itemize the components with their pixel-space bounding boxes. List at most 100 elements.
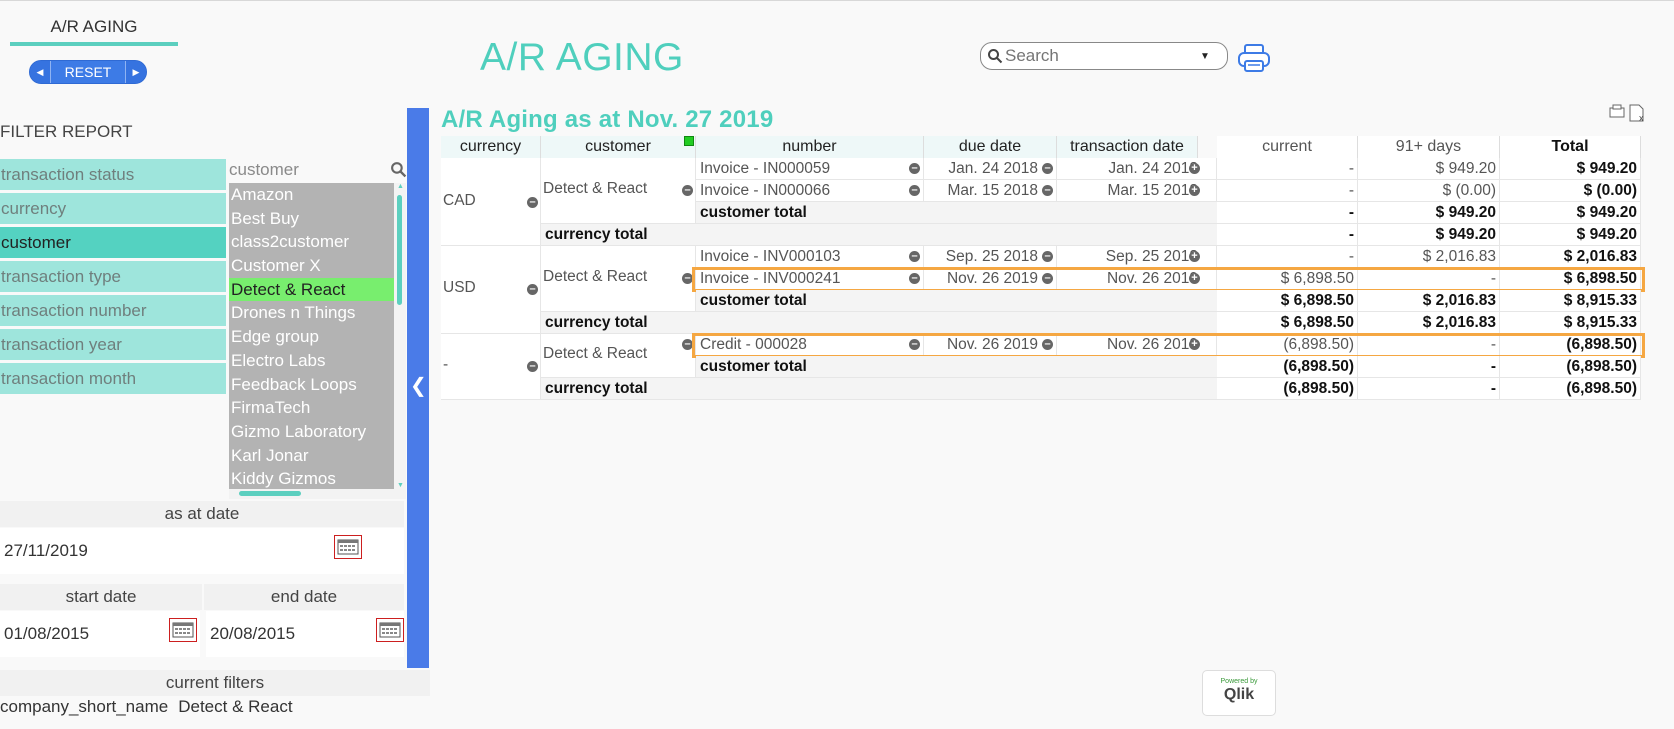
days91-cell: $ 949.20 [1358,158,1500,180]
header-current[interactable]: current [1217,136,1358,158]
scroll-up-icon[interactable]: ▲ [397,183,404,190]
reset-button[interactable]: RESET [50,61,126,83]
collapse-icon[interactable]: – [1042,251,1053,262]
listbox-search-icon[interactable] [390,161,407,178]
collapse-icon[interactable]: – [909,251,920,262]
expand-icon[interactable]: + [1189,251,1200,262]
currency-total-label: currency total [541,312,1217,334]
currency-cell: - – [441,334,541,400]
customer-total-current: - [1217,202,1358,224]
collapse-icon[interactable]: – [909,185,920,196]
scroll-thumb[interactable] [397,195,402,305]
customer-total-label: customer total [696,290,1217,312]
header-total[interactable]: Total [1500,136,1641,158]
listbox-item[interactable]: Feedback Loops [229,373,394,397]
customer-total-days91: $ 949.20 [1358,202,1500,224]
export-excel-icon[interactable]: x [1629,104,1644,123]
collapse-icon[interactable]: – [1042,185,1053,196]
currency-cell: USD – [441,246,541,334]
current-cell: - [1217,158,1358,180]
filter-field-transaction-number[interactable]: transaction number [0,295,226,326]
total-cell: $ (0.00) [1500,180,1641,202]
currency-cell: CAD – [441,158,541,246]
filter-field-transaction-type[interactable]: transaction type [0,261,226,292]
expand-icon[interactable]: + [1189,185,1200,196]
sheet-tab[interactable]: A/R AGING [10,12,178,46]
highlight-box [692,333,1645,358]
search-box[interactable]: ▼ [980,42,1228,70]
currency-total-label: currency total [541,378,1217,400]
header-91-days[interactable]: 91+ days [1358,136,1500,158]
filter-field-customer[interactable]: customer [0,227,226,258]
listbox-item[interactable]: Karl Jonar [229,444,394,468]
listbox-item[interactable]: Kiddy Gizmos [229,467,394,489]
header-currency[interactable]: currency [441,136,541,158]
calendar-icon[interactable] [334,535,362,559]
printer-icon[interactable] [1236,42,1272,74]
currency-total-total: $ 8,915.33 [1500,312,1641,334]
listbox-item[interactable]: class2customer [229,230,394,254]
filter-field-currency[interactable]: currency [0,193,226,224]
customer-total-days91: - [1358,356,1500,378]
print-small-icon[interactable] [1609,104,1625,118]
customer-total-label: customer total [696,202,1217,224]
current-filter-field: company_short_name [0,697,169,716]
listbox-item[interactable]: FirmaTech [229,396,394,420]
currency-total-days91: $ 2,016.83 [1358,312,1500,334]
listbox-horizontal-scrollbar[interactable] [229,489,406,499]
export-icons: x [1609,104,1644,123]
filter-field-transaction-status[interactable]: transaction status [0,159,226,190]
listbox-item[interactable]: Amazon [229,183,394,207]
listbox-item[interactable]: Customer X [229,254,394,278]
customer-cell: Detect & React – [541,334,696,378]
header-transaction-date[interactable]: transaction date [1057,136,1198,158]
listbox-item[interactable]: Drones n Things [229,301,394,325]
customer-total-total: (6,898.50) [1500,356,1641,378]
scroll-down-icon[interactable]: ▼ [397,482,404,489]
customer-total-total: $ 8,915.33 [1500,290,1641,312]
listbox-item[interactable]: Electro Labs [229,349,394,373]
current-cell: - [1217,246,1358,268]
listbox-vertical-scrollbar[interactable]: ▲ ▼ [394,183,406,489]
search-input[interactable] [1003,45,1198,67]
listbox-item[interactable]: Edge group [229,325,394,349]
days91-cell: $ (0.00) [1358,180,1500,202]
selection-indicator-icon [684,136,694,146]
header-customer[interactable]: customer [541,136,696,158]
listbox-header[interactable]: customer [229,160,407,182]
powered-by-qlik-logo: Powered by Qlik [1202,670,1276,716]
collapse-icon[interactable]: – [527,284,538,295]
dropdown-caret-icon[interactable]: ▼ [1200,51,1210,62]
listbox-item-selected[interactable]: Detect & React [229,277,394,302]
start-date-label: start date [0,584,202,610]
customer-total-total: $ 949.20 [1500,202,1641,224]
listbox-item[interactable]: Best Buy [229,207,394,231]
calendar-icon[interactable] [376,618,404,642]
collapse-icon[interactable]: – [682,185,693,196]
scroll-thumb[interactable] [239,491,301,496]
total-cell: $ 2,016.83 [1500,246,1641,268]
header-number[interactable]: number [696,136,924,158]
customer-total-days91: $ 2,016.83 [1358,290,1500,312]
forward-arrow-icon[interactable]: ▶ [126,61,146,83]
collapse-icon[interactable]: – [1042,163,1053,174]
header-due-date[interactable]: due date [924,136,1057,158]
end-date-field[interactable]: 20/08/2015 [206,611,404,657]
collapse-icon[interactable]: – [909,163,920,174]
expand-icon[interactable]: + [1189,163,1200,174]
days91-cell: $ 2,016.83 [1358,246,1500,268]
filter-field-list: transaction status currency customer tra… [0,159,226,397]
currency-total-days91: - [1358,378,1500,400]
filter-field-transaction-month[interactable]: transaction month [0,363,226,394]
chevron-left-icon[interactable]: ❮ [410,373,427,398]
back-arrow-icon[interactable]: ◀ [30,61,50,83]
calendar-icon[interactable] [169,618,197,642]
filter-field-transaction-year[interactable]: transaction year [0,329,226,360]
listbox-item[interactable]: Gizmo Laboratory [229,420,394,444]
collapse-icon[interactable]: – [527,197,538,208]
customer-total-current: (6,898.50) [1217,356,1358,378]
collapse-icon[interactable]: – [527,361,538,372]
collapse-panel-bar[interactable]: ❮ [407,108,429,668]
current-filter-row: company_short_name Detect & React [0,697,303,717]
customer-listbox[interactable]: Amazon Best Buy class2customer Customer … [229,183,394,489]
